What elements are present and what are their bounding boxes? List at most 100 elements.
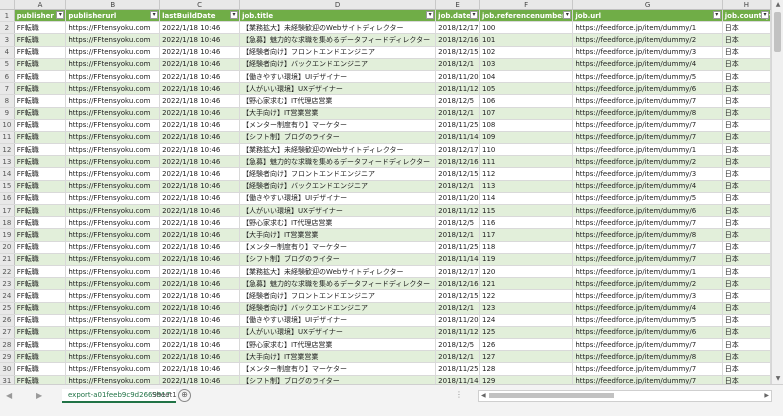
- cell-job-url[interactable]: https://feedforce.jp/item/dummy/7: [572, 241, 723, 254]
- cell-job-date[interactable]: 2018/11/25: [435, 119, 480, 132]
- cell-publisher[interactable]: FF転職: [14, 94, 67, 108]
- cell-job-referencenumber[interactable]: 111: [479, 155, 574, 169]
- cell-job-referencenumber[interactable]: 104: [479, 70, 574, 84]
- cell-job-title[interactable]: 【働きやすい環境】UIデザイナー: [239, 70, 437, 84]
- cell-job-referencenumber[interactable]: 112: [479, 167, 574, 181]
- cell-job-url[interactable]: https://feedforce.jp/item/dummy/8: [572, 350, 723, 364]
- row-number[interactable]: 2: [0, 21, 15, 35]
- cell-publisherurl[interactable]: https://FFtensyoku.com: [65, 204, 161, 218]
- select-all-corner[interactable]: [0, 0, 15, 10]
- cell-job-country[interactable]: 日本: [722, 228, 771, 242]
- header-cell-lastbuilddate[interactable]: lastBuildDate ▾: [159, 9, 241, 23]
- cell-job-date[interactable]: 2018/11/25: [435, 362, 480, 376]
- cell-job-country[interactable]: 日本: [722, 58, 771, 71]
- cell-job-date[interactable]: 2018/12/1: [435, 350, 480, 364]
- cell-publisher[interactable]: FF転職: [14, 216, 67, 230]
- cell-publisherurl[interactable]: https://FFtensyoku.com: [65, 21, 161, 35]
- cell-job-url[interactable]: https://feedforce.jp/item/dummy/7: [572, 253, 723, 266]
- cell-lastbuilddate[interactable]: 2022/1/18 10:46: [159, 143, 241, 157]
- cell-publisherurl[interactable]: https://FFtensyoku.com: [65, 228, 161, 242]
- cell-job-title[interactable]: 【人がいい環境】UXデザイナー: [239, 82, 437, 96]
- cell-job-country[interactable]: 日本: [722, 82, 771, 96]
- row-number[interactable]: 31: [0, 375, 15, 384]
- cell-job-country[interactable]: 日本: [722, 338, 771, 352]
- tab-split-handle-icon[interactable]: ⋮: [455, 390, 463, 399]
- cell-job-url[interactable]: https://feedforce.jp/item/dummy/7: [572, 131, 723, 145]
- filter-dropdown-icon[interactable]: ▾: [230, 11, 239, 19]
- cell-job-url[interactable]: https://feedforce.jp/item/dummy/8: [572, 107, 723, 120]
- cell-job-title[interactable]: 【人がいい環境】UXデザイナー: [239, 326, 437, 340]
- cell-publisherurl[interactable]: https://FFtensyoku.com: [65, 350, 161, 364]
- cell-job-referencenumber[interactable]: 123: [479, 302, 574, 315]
- row-number[interactable]: 14: [0, 167, 15, 181]
- cell-job-url[interactable]: https://feedforce.jp/item/dummy/7: [572, 375, 723, 384]
- cell-job-url[interactable]: https://feedforce.jp/item/dummy/7: [572, 338, 723, 352]
- cell-publisher[interactable]: FF転職: [14, 70, 67, 84]
- cell-lastbuilddate[interactable]: 2022/1/18 10:46: [159, 277, 241, 291]
- cell-job-url[interactable]: https://feedforce.jp/item/dummy/4: [572, 58, 723, 71]
- cell-job-date[interactable]: 2018/12/17: [435, 265, 480, 279]
- cell-job-title[interactable]: 【野心家求む】IT代理店営業: [239, 94, 437, 108]
- cell-publisher[interactable]: FF転職: [14, 46, 67, 59]
- cell-job-title[interactable]: 【野心家求む】IT代理店営業: [239, 216, 437, 230]
- cell-job-date[interactable]: 2018/11/20: [435, 314, 480, 327]
- cell-publisherurl[interactable]: https://FFtensyoku.com: [65, 216, 161, 230]
- cell-job-title[interactable]: 【シフト制】ブログのライター: [239, 375, 437, 384]
- row-number[interactable]: 7: [0, 82, 15, 96]
- cell-job-country[interactable]: 日本: [722, 314, 771, 327]
- cell-job-country[interactable]: 日本: [722, 326, 771, 340]
- cell-publisherurl[interactable]: https://FFtensyoku.com: [65, 94, 161, 108]
- cell-job-title[interactable]: 【大手向け】IT営業営業: [239, 228, 437, 242]
- cell-job-country[interactable]: 日本: [722, 204, 771, 218]
- cell-job-country[interactable]: 日本: [722, 155, 771, 169]
- cell-job-country[interactable]: 日本: [722, 362, 771, 376]
- cell-job-url[interactable]: https://feedforce.jp/item/dummy/2: [572, 33, 723, 47]
- column-header-f[interactable]: F: [479, 0, 574, 10]
- column-header-c[interactable]: C: [159, 0, 241, 10]
- filter-dropdown-icon[interactable]: ▾: [56, 11, 65, 19]
- cell-job-referencenumber[interactable]: 114: [479, 192, 574, 206]
- cell-job-title[interactable]: 【経験者向け】フロントエンドエンジニア: [239, 167, 437, 181]
- cell-publisher[interactable]: FF転職: [14, 277, 67, 291]
- row-number[interactable]: 5: [0, 58, 15, 71]
- cell-publisher[interactable]: FF転職: [14, 33, 67, 47]
- cell-lastbuilddate[interactable]: 2022/1/18 10:46: [159, 131, 241, 145]
- cell-publisher[interactable]: FF転職: [14, 314, 67, 327]
- cell-publisherurl[interactable]: https://FFtensyoku.com: [65, 338, 161, 352]
- column-header-h[interactable]: H: [722, 0, 771, 10]
- cell-job-date[interactable]: 2018/12/1: [435, 180, 480, 193]
- cell-job-date[interactable]: 2018/11/12: [435, 326, 480, 340]
- cell-job-date[interactable]: 2018/11/14: [435, 253, 480, 266]
- cell-publisherurl[interactable]: https://FFtensyoku.com: [65, 375, 161, 384]
- cell-job-date[interactable]: 2018/12/16: [435, 277, 480, 291]
- cell-job-date[interactable]: 2018/12/17: [435, 21, 480, 35]
- header-cell-publisherurl[interactable]: publisherurl ▾: [65, 9, 161, 23]
- row-number[interactable]: 10: [0, 119, 15, 132]
- header-cell-job-url[interactable]: job.url ▾: [572, 9, 723, 23]
- row-number[interactable]: 28: [0, 338, 15, 352]
- cell-publisher[interactable]: FF転職: [14, 375, 67, 384]
- row-number[interactable]: 26: [0, 314, 15, 327]
- cell-publisher[interactable]: FF転職: [14, 253, 67, 266]
- cell-job-referencenumber[interactable]: 122: [479, 289, 574, 303]
- cell-job-title[interactable]: 【大手向け】IT営業営業: [239, 350, 437, 364]
- cell-job-url[interactable]: https://feedforce.jp/item/dummy/6: [572, 204, 723, 218]
- row-number[interactable]: 8: [0, 94, 15, 108]
- cell-job-referencenumber[interactable]: 118: [479, 241, 574, 254]
- cell-job-url[interactable]: https://feedforce.jp/item/dummy/8: [572, 228, 723, 242]
- vertical-scrollbar[interactable]: ▲ ▼: [771, 0, 783, 384]
- cell-job-url[interactable]: https://feedforce.jp/item/dummy/2: [572, 155, 723, 169]
- row-number[interactable]: 25: [0, 302, 15, 315]
- cell-job-country[interactable]: 日本: [722, 94, 771, 108]
- cell-publisherurl[interactable]: https://FFtensyoku.com: [65, 253, 161, 266]
- cell-job-referencenumber[interactable]: 129: [479, 375, 574, 384]
- cell-lastbuilddate[interactable]: 2022/1/18 10:46: [159, 265, 241, 279]
- cell-job-referencenumber[interactable]: 124: [479, 314, 574, 327]
- cell-publisher[interactable]: FF転職: [14, 362, 67, 376]
- cell-job-referencenumber[interactable]: 103: [479, 58, 574, 71]
- cell-lastbuilddate[interactable]: 2022/1/18 10:46: [159, 192, 241, 206]
- cell-job-country[interactable]: 日本: [722, 107, 771, 120]
- row-number[interactable]: 18: [0, 216, 15, 230]
- cell-lastbuilddate[interactable]: 2022/1/18 10:46: [159, 350, 241, 364]
- cell-publisherurl[interactable]: https://FFtensyoku.com: [65, 70, 161, 84]
